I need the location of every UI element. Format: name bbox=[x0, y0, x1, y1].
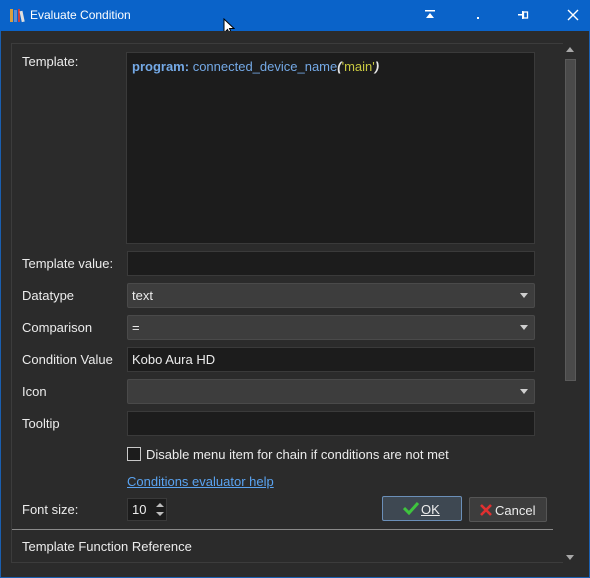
datatype-label: Datatype bbox=[22, 288, 75, 303]
code-keyword: program: bbox=[132, 59, 190, 74]
vertical-scrollbar[interactable] bbox=[563, 42, 578, 567]
code-string: 'main' bbox=[341, 59, 375, 74]
chevron-down-icon bbox=[520, 325, 528, 330]
template-code-line: program: connected_device_name('main') bbox=[132, 59, 379, 74]
minimize-button[interactable] bbox=[458, 0, 498, 31]
ok-button[interactable]: OK bbox=[382, 496, 462, 521]
code-close-paren: ) bbox=[374, 59, 380, 74]
x-icon bbox=[480, 504, 492, 519]
template-value-field[interactable] bbox=[127, 251, 535, 276]
spin-up-icon[interactable] bbox=[155, 500, 165, 510]
scrollbar-thumb[interactable] bbox=[565, 59, 576, 381]
window-title: Evaluate Condition bbox=[30, 8, 131, 22]
ok-label: OK bbox=[421, 502, 440, 517]
comparison-label: Comparison bbox=[22, 320, 93, 335]
chevron-down-icon bbox=[520, 389, 528, 394]
condition-value-label: Condition Value bbox=[22, 352, 113, 367]
pin-button[interactable] bbox=[503, 0, 543, 31]
tooltip-field[interactable] bbox=[127, 411, 535, 436]
scroll-down-icon[interactable] bbox=[566, 555, 574, 560]
cancel-button[interactable]: Cancel bbox=[469, 497, 547, 522]
tooltip-label: Tooltip bbox=[22, 416, 60, 431]
disable-menu-item-label[interactable]: Disable menu item for chain if condition… bbox=[146, 447, 449, 462]
checkmark-icon bbox=[402, 501, 420, 518]
template-label: Template: bbox=[22, 54, 79, 69]
code-function: connected_device_name bbox=[192, 59, 338, 74]
spin-down-icon[interactable] bbox=[155, 510, 165, 520]
disable-menu-item-checkbox[interactable] bbox=[127, 447, 141, 461]
font-size-label: Font size: bbox=[22, 502, 79, 517]
conditions-evaluator-help-link[interactable]: Conditions evaluator help bbox=[127, 474, 274, 489]
title-bar: Evaluate Condition bbox=[0, 0, 590, 31]
font-size-spinbox[interactable]: 10 bbox=[127, 498, 167, 521]
icon-select[interactable] bbox=[127, 379, 535, 404]
books-icon bbox=[9, 8, 25, 23]
comparison-select[interactable]: = bbox=[127, 315, 535, 340]
datatype-select[interactable]: text bbox=[127, 283, 535, 308]
minimize-to-top-button[interactable] bbox=[410, 0, 450, 31]
template-value-label: Template value: bbox=[22, 256, 114, 271]
condition-value-field[interactable]: Kobo Aura HD bbox=[127, 347, 535, 372]
datatype-selected-value: text bbox=[132, 288, 153, 303]
close-button[interactable] bbox=[553, 0, 590, 31]
cancel-label: Cancel bbox=[495, 503, 536, 518]
template-function-reference-label: Template Function Reference bbox=[22, 539, 192, 554]
icon-label: Icon bbox=[22, 384, 47, 399]
template-editor[interactable]: program: connected_device_name('main') bbox=[126, 52, 535, 244]
separator bbox=[12, 529, 553, 530]
chevron-down-icon bbox=[520, 293, 528, 298]
comparison-selected-value: = bbox=[132, 320, 140, 335]
scroll-up-icon[interactable] bbox=[566, 47, 574, 52]
font-size-value: 10 bbox=[132, 502, 147, 517]
